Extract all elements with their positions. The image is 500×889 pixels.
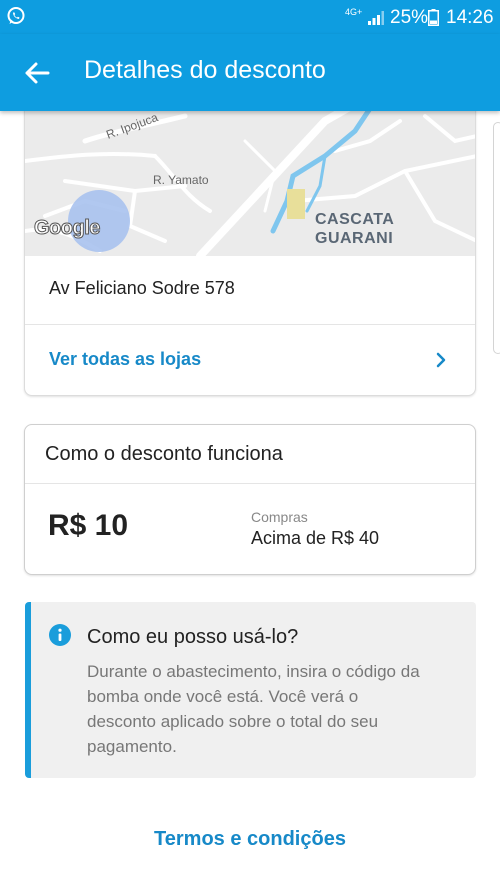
info-icon xyxy=(49,624,71,646)
discount-amount: R$ 10 xyxy=(48,509,129,542)
clock: 14:26 xyxy=(446,7,494,28)
battery-percent: 25% xyxy=(390,7,429,28)
divider xyxy=(25,483,475,484)
see-all-stores-link[interactable]: Ver todas as lojas xyxy=(25,325,475,395)
store-address: Av Feliciano Sodre 578 xyxy=(49,278,235,298)
app-bar: Detalhes do desconto xyxy=(0,34,500,111)
status-bar: 4G+ 25% 14:26 xyxy=(0,0,500,34)
battery-icon xyxy=(428,9,439,26)
terms-link[interactable]: Termos e condições xyxy=(0,828,500,851)
condition-value: Acima de R$ 40 xyxy=(251,528,380,548)
signal-icon xyxy=(368,11,384,25)
arrow-left-icon[interactable] xyxy=(20,56,54,90)
map-place-label: CASCATA GUARANI xyxy=(315,211,394,247)
usage-question: Como eu posso usá-lo? xyxy=(87,626,299,648)
condition-label: Compras xyxy=(251,509,308,525)
usage-info-box: Como eu posso usá-lo? Durante o abasteci… xyxy=(25,602,476,778)
usage-text: Durante o abastecimento, insira o código… xyxy=(87,662,420,756)
map-street-label: R. Yamato xyxy=(153,173,209,187)
google-logo: Google xyxy=(34,217,101,240)
store-card: R. Ipojuca R. Yamato CASCATA GUARANI Goo… xyxy=(24,100,476,396)
chevron-right-icon xyxy=(436,352,446,368)
card-title: Como o desconto funciona xyxy=(45,443,283,465)
see-all-stores-label: Ver todas as lojas xyxy=(49,349,202,369)
discount-how-card: Como o desconto funciona R$ 10 Compras A… xyxy=(24,424,476,575)
scroll-indicator xyxy=(493,122,500,354)
network-type: 4G+ xyxy=(345,7,363,17)
page-title: Detalhes do desconto xyxy=(84,56,326,84)
whatsapp-icon xyxy=(7,7,25,24)
store-map[interactable]: R. Ipojuca R. Yamato CASCATA GUARANI Goo… xyxy=(25,101,475,256)
